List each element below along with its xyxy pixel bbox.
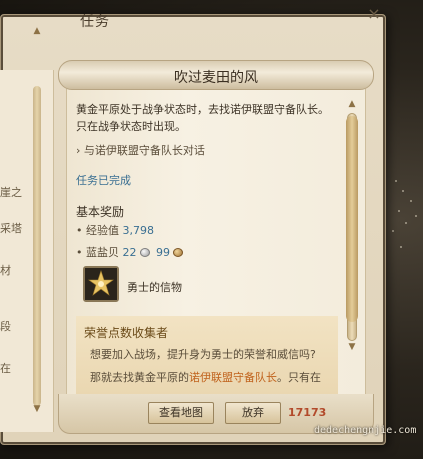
quest-list-item[interactable]: 采塔 [0, 220, 22, 236]
bullet-icon: • [76, 246, 86, 259]
detail-scrollbar-thumb[interactable] [346, 116, 358, 322]
quest-list-item[interactable]: 段 [0, 318, 11, 334]
quest-title: 吹过麦田的风 [174, 70, 258, 86]
reward-currency: • 蓝盐贝 22 99 [76, 244, 186, 260]
npc-link[interactable]: 诺伊联盟守备队长 [189, 371, 277, 384]
list-scroll-up-icon[interactable]: ▲ [31, 26, 43, 36]
reward-exp-label: 经验值 [86, 224, 119, 237]
reward-exp: • 经验值 3,798 [76, 222, 154, 238]
reward-item-slot[interactable] [83, 266, 119, 302]
reward-item-name: 勇士的信物 [127, 281, 182, 294]
window-title: 任务 [80, 14, 110, 30]
list-scroll-down-icon[interactable]: ▼ [31, 404, 43, 414]
quest-status: 任务已完成 [76, 174, 131, 187]
watermark-text: dedechengnjie.com [314, 425, 417, 436]
hint-line-2-prefix: 那就去找黄金平原的 [90, 371, 189, 384]
bullet-icon: › [76, 144, 84, 157]
quest-list-item[interactable]: 崖之 [0, 184, 22, 200]
bronze-coin-icon [173, 248, 183, 257]
scroll-up-icon[interactable]: ▲ [345, 99, 359, 109]
quest-list-scrollbar[interactable] [33, 86, 41, 406]
quest-list-item[interactable]: 在 [0, 360, 11, 376]
close-icon[interactable]: × [366, 6, 382, 22]
rewards-title: 基本奖励 [76, 205, 125, 219]
quest-objective-text: 与诺伊联盟守备队长对话 [83, 144, 205, 157]
view-map-button[interactable]: 查看地图 [148, 402, 214, 424]
quest-description: 黄金平原处于战争状态时，去找诺伊联盟守备队长。只在战争状态时出现。 [76, 103, 329, 133]
watermark-logo: 17173 [288, 406, 327, 419]
reward-currency-label: 蓝盐贝 [86, 246, 119, 259]
hint-line-2-suffix: 。只有在 [277, 371, 321, 384]
silver-coin-icon [139, 248, 150, 257]
reward-currency-value-1: 22 [122, 246, 137, 259]
quest-list-item[interactable]: 材 [0, 262, 11, 278]
hint-line-1: 想要加入战场，提升身为勇士的荣誉和威信吗? [90, 348, 316, 361]
emblem-item-icon [85, 268, 117, 300]
scroll-down-icon[interactable]: ▼ [345, 342, 359, 352]
reward-exp-value: 3,798 [122, 224, 155, 237]
hint-line-2: 那就去找黄金平原的诺伊联盟守备队长。只有在 [90, 369, 321, 385]
abandon-quest-button[interactable]: 放弃 [225, 402, 281, 424]
reward-currency-value-2: 99 [156, 246, 170, 259]
quest-objective: › 与诺伊联盟守备队长对话 [76, 142, 205, 158]
hint-title: 荣誉点数收集者 [84, 326, 169, 340]
bullet-icon: • [76, 224, 86, 237]
quest-list-panel: 崖之 采塔 材 段 在 [0, 70, 54, 432]
